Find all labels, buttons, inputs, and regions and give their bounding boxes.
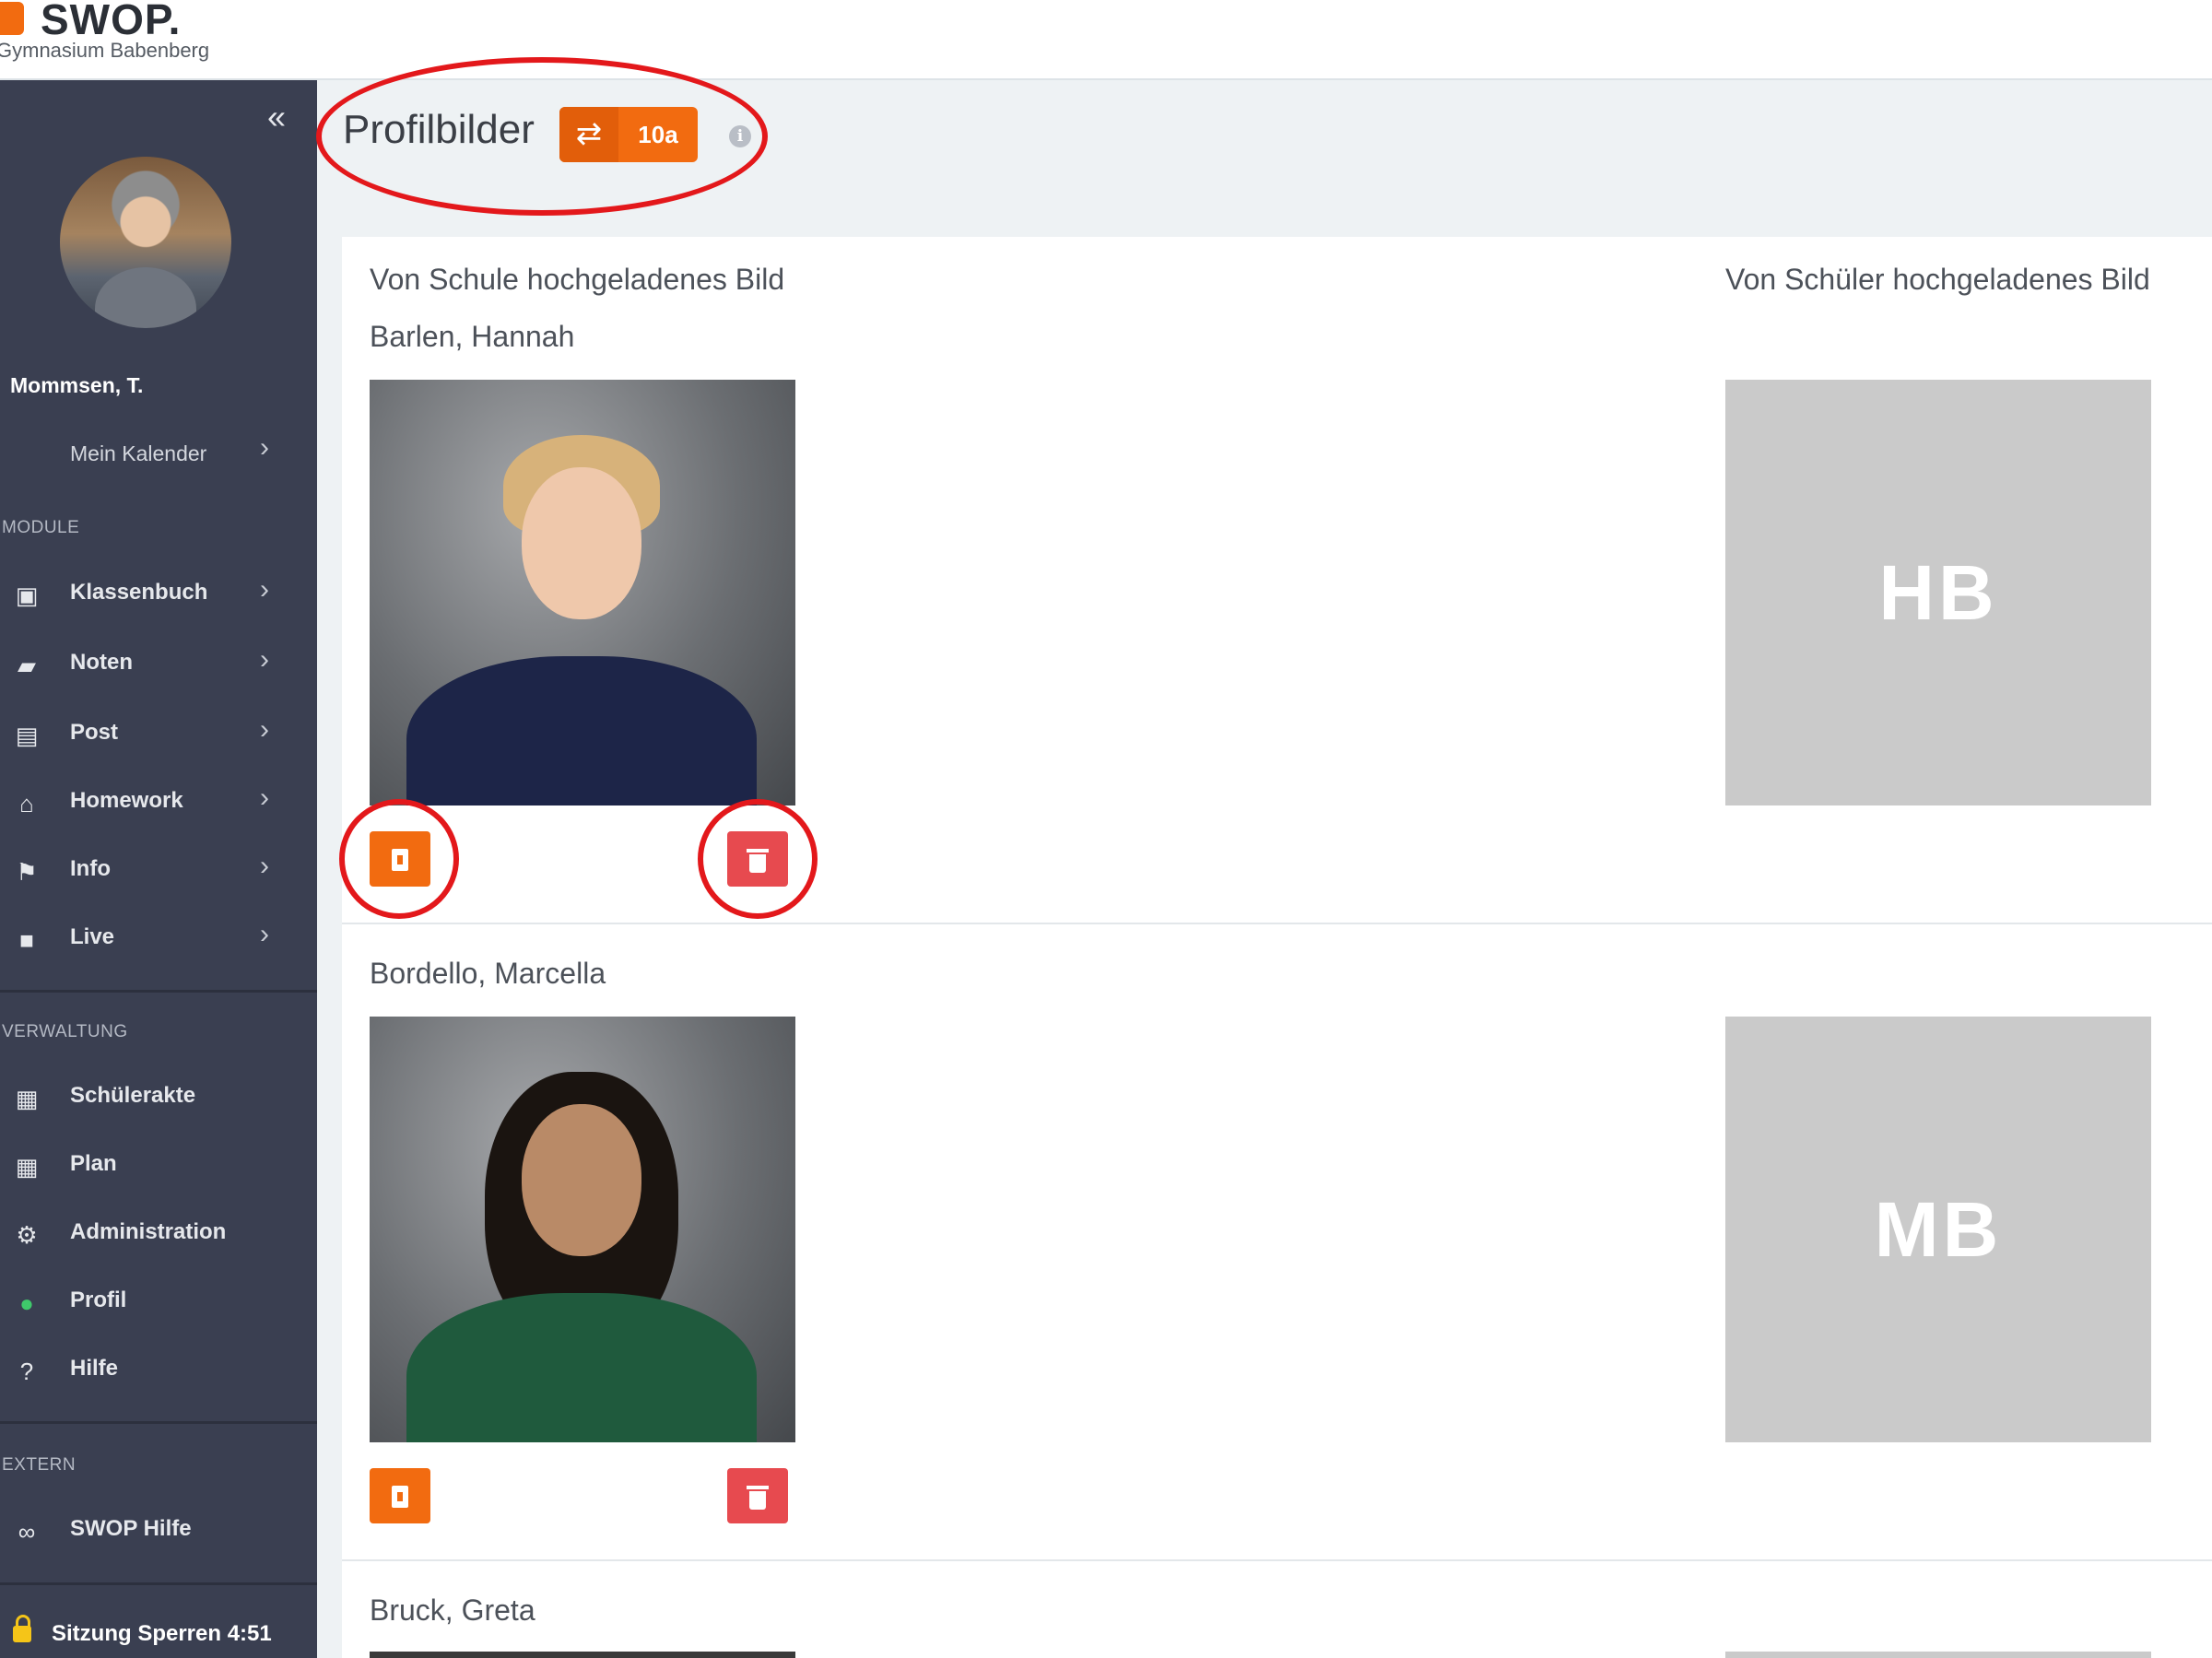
student-photo-placeholder: MB xyxy=(1725,1017,2151,1442)
home-icon: ⌂ xyxy=(19,790,34,817)
cogs-icon: ⚙ xyxy=(16,1221,38,1249)
user-name: Mommsen, T. xyxy=(10,373,144,397)
sidebar-item-hilfe[interactable]: ? Hilfe xyxy=(0,1352,317,1396)
row-divider xyxy=(342,1559,2212,1561)
sidebar-item-calendar[interactable]: Mein Kalender › xyxy=(0,432,317,478)
chevron-right-icon: › xyxy=(260,574,269,605)
sidebar-item-klassenbuch[interactable]: ▣ Klassenbuch › xyxy=(0,574,317,620)
flag-icon: ⚑ xyxy=(16,858,38,886)
sidebar-item-label: Schülerakte xyxy=(70,1083,196,1108)
sidebar-item-label: Profil xyxy=(70,1288,127,1312)
sidebar-item-label: Administration xyxy=(70,1219,227,1244)
row-divider xyxy=(342,923,2212,924)
user-icon: ● xyxy=(19,1289,34,1317)
sidebar-item-homework[interactable]: ⌂ Homework › xyxy=(0,782,317,829)
annotation-circle-delete xyxy=(698,799,818,919)
sidebar: « Mommsen, T. Mein Kalender › MODULE ▣ K… xyxy=(0,80,317,1658)
sidebar-item-noten[interactable]: ▰ Noten › xyxy=(0,644,317,690)
photo-shirt xyxy=(406,656,757,805)
chevron-right-icon: › xyxy=(260,782,269,813)
annotation-ellipse xyxy=(316,57,768,216)
annotation-circle-upload xyxy=(339,799,459,919)
calendar-label: Mein Kalender xyxy=(70,441,207,465)
sidebar-item-schuelerakte[interactable]: ▦ Schülerakte xyxy=(0,1079,317,1123)
sidebar-item-swop-hilfe[interactable]: ∞ SWOP Hilfe xyxy=(0,1512,317,1557)
session-lock-label: Sitzung Sperren 4:51 xyxy=(52,1621,272,1646)
sidebar-divider xyxy=(0,1582,317,1585)
avatar-body xyxy=(95,267,196,328)
photo-shirt xyxy=(406,1293,757,1442)
logo-icon xyxy=(0,2,24,35)
sidebar-item-post[interactable]: ▤ Post › xyxy=(0,714,317,760)
video-icon: ■ xyxy=(19,926,34,954)
photo-face xyxy=(522,1104,641,1256)
chevron-right-icon: › xyxy=(260,851,269,881)
school-photo xyxy=(370,1652,795,1658)
chevron-right-icon: › xyxy=(260,714,269,745)
sidebar-item-info[interactable]: ⚑ Info › xyxy=(0,851,317,897)
student-name: Barlen, Hannah xyxy=(370,320,575,353)
sidebar-item-label: Live xyxy=(70,924,115,949)
sidebar-item-label: Plan xyxy=(70,1151,117,1176)
sidebar-item-plan[interactable]: ▦ Plan xyxy=(0,1147,317,1192)
sidebar-item-label: SWOP Hilfe xyxy=(70,1516,192,1541)
message-icon: ▤ xyxy=(15,722,39,749)
link-icon: ∞ xyxy=(18,1518,36,1546)
student-name: Bordello, Marcella xyxy=(370,957,606,990)
sidebar-divider xyxy=(0,1421,317,1424)
address-book-icon: ▣ xyxy=(15,582,39,609)
student-photo-placeholder: HB xyxy=(1725,380,2151,805)
lock-icon xyxy=(13,1615,31,1642)
sidebar-item-label: Hilfe xyxy=(70,1356,119,1381)
sidebar-item-label: Homework xyxy=(70,788,183,813)
trash-icon xyxy=(747,1486,769,1510)
sidebar-item-label: Noten xyxy=(70,650,133,675)
section-label-module: MODULE xyxy=(2,518,80,537)
file-upload-icon xyxy=(392,1486,408,1508)
question-icon: ? xyxy=(19,1358,34,1385)
sidebar-item-profil[interactable]: ● Profil xyxy=(0,1284,317,1328)
profile-pictures-card: Von Schule hochgeladenes Bild Von Schüle… xyxy=(339,237,2212,1658)
sidebar-item-label: Post xyxy=(70,720,119,745)
column-header-student: Von Schüler hochgeladenes Bild xyxy=(1725,263,2150,296)
school-photo xyxy=(370,1017,795,1442)
delete-photo-button[interactable] xyxy=(727,1468,788,1523)
top-bar: SWOP. Gymnasium Babenberg xyxy=(0,0,2212,80)
student-name: Bruck, Greta xyxy=(370,1593,535,1627)
logo-text[interactable]: SWOP. xyxy=(41,0,181,44)
collapse-sidebar-icon[interactable]: « xyxy=(267,100,286,134)
photo-face xyxy=(522,467,641,619)
sidebar-item-administration[interactable]: ⚙ Administration xyxy=(0,1216,317,1260)
graduation-cap-icon: ▰ xyxy=(18,652,36,679)
sidebar-divider xyxy=(0,990,317,993)
student-photo-placeholder: GB xyxy=(1725,1652,2151,1658)
calendar-icon: ▦ xyxy=(15,1153,39,1181)
sidebar-item-label: Info xyxy=(70,856,111,881)
chevron-right-icon: › xyxy=(260,919,269,949)
column-header-school: Von Schule hochgeladenes Bild xyxy=(370,263,785,296)
avatar[interactable] xyxy=(60,157,231,328)
sidebar-item-live[interactable]: ■ Live › xyxy=(0,919,317,965)
upload-photo-button[interactable] xyxy=(370,1468,430,1523)
school-photo xyxy=(370,380,795,805)
sidebar-item-label: Klassenbuch xyxy=(70,580,208,605)
section-label-extern: EXTERN xyxy=(2,1455,76,1475)
chevron-right-icon: › xyxy=(260,644,269,675)
school-name: Gymnasium Babenberg xyxy=(0,39,210,62)
session-lock-button[interactable]: Sitzung Sperren 4:51 xyxy=(13,1615,272,1647)
chevron-right-icon: › xyxy=(260,432,269,463)
section-label-verwaltung: VERWALTUNG xyxy=(2,1022,128,1041)
archive-icon: ▦ xyxy=(15,1085,39,1112)
